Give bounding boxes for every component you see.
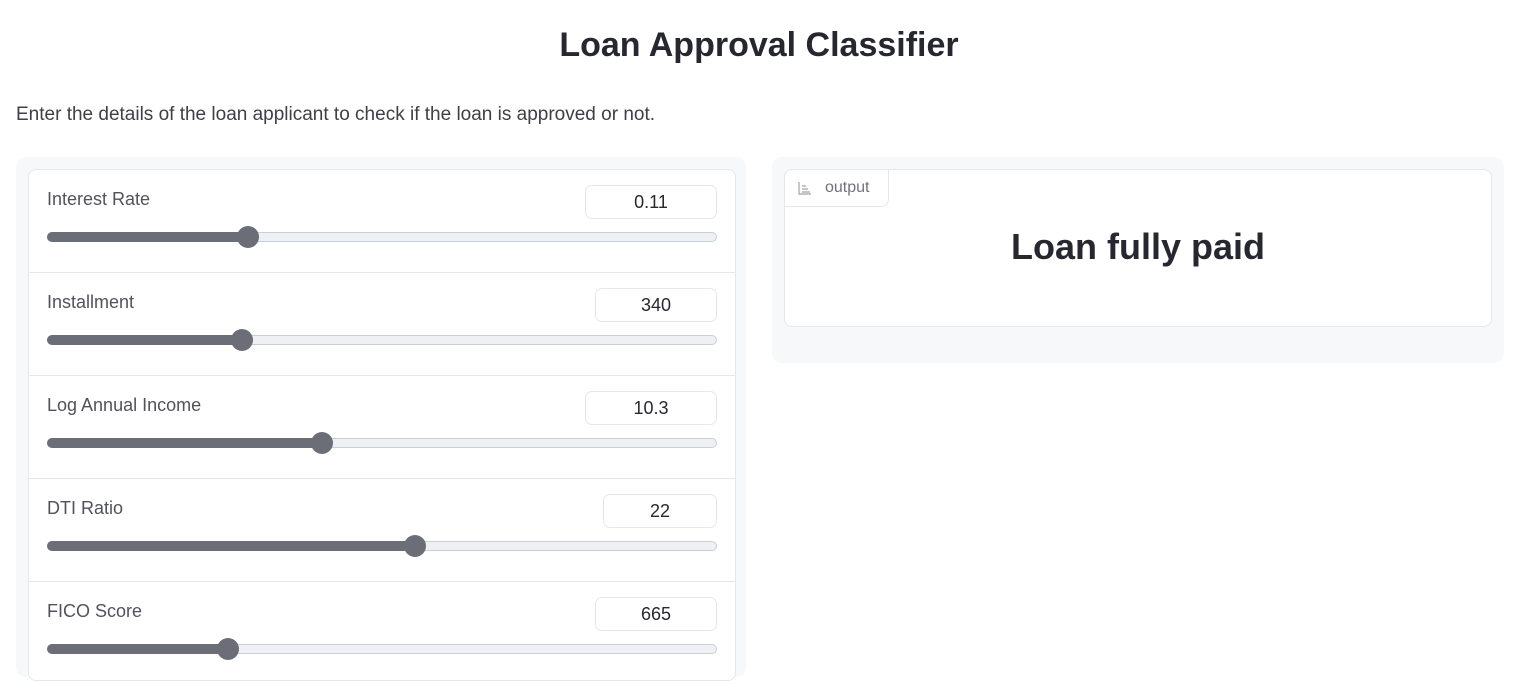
dti-ratio-row: DTI Ratio 22 — [29, 479, 735, 582]
fico-score-row: FICO Score 665 — [29, 582, 735, 680]
dti-ratio-number-input[interactable]: 22 — [603, 494, 717, 528]
fico-score-slider[interactable] — [47, 638, 717, 660]
slider-thumb[interactable] — [230, 329, 253, 351]
slider-thumb[interactable] — [217, 638, 240, 660]
bar-chart-icon — [798, 182, 811, 195]
fico-score-label: FICO Score — [47, 601, 143, 621]
slider-thumb[interactable] — [237, 226, 260, 248]
slider-fill — [47, 335, 241, 345]
installment-row: Installment 340 — [29, 273, 735, 376]
installment-slider[interactable] — [47, 329, 717, 351]
log-annual-income-label: Log Annual Income — [47, 395, 202, 415]
log-annual-income-row: Log Annual Income 10.3 — [29, 376, 735, 479]
interest-rate-slider[interactable] — [47, 226, 717, 248]
log-annual-income-slider[interactable] — [47, 432, 717, 454]
inputs-panel: Interest Rate 0.11 Installment 340 Log A… — [16, 157, 746, 681]
dti-ratio-slider[interactable] — [47, 535, 717, 557]
slider-thumb[interactable] — [310, 432, 333, 454]
interest-rate-label: Interest Rate — [47, 189, 151, 209]
slider-fill — [47, 541, 415, 551]
output-block: output Loan fully paid — [784, 169, 1492, 327]
dti-ratio-label: DTI Ratio — [47, 498, 124, 518]
installment-number-input[interactable]: 340 — [595, 288, 717, 322]
installment-label: Installment — [47, 292, 135, 312]
page-description: Enter the details of the loan applicant … — [16, 104, 656, 125]
prediction-result: Loan fully paid — [1010, 226, 1265, 267]
output-panel: output Loan fully paid — [772, 157, 1504, 363]
page-title: Loan Approval Classifier — [559, 26, 959, 64]
output-tag-label: output — [825, 179, 870, 196]
slider-fill — [47, 644, 228, 654]
interest-rate-number-input[interactable]: 0.11 — [585, 185, 717, 219]
slider-thumb[interactable] — [404, 535, 427, 557]
output-tag: output — [784, 169, 889, 207]
fico-score-number-input[interactable]: 665 — [595, 597, 717, 631]
interest-rate-row: Interest Rate 0.11 — [29, 170, 735, 273]
slider-fill — [47, 438, 321, 448]
inputs-block: Interest Rate 0.11 Installment 340 Log A… — [28, 169, 736, 681]
slider-fill — [47, 232, 248, 242]
log-annual-income-number-input[interactable]: 10.3 — [585, 391, 717, 425]
